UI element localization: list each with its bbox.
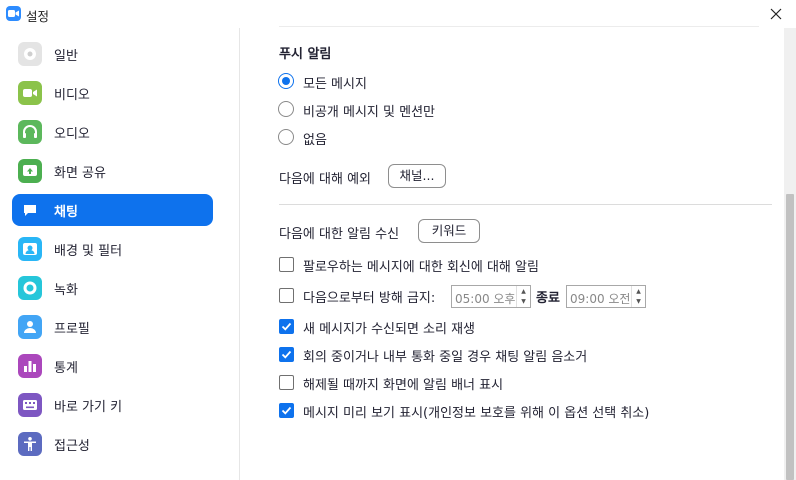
keywords-button[interactable]: 키워드 [418,219,480,243]
sidebar-item-shortcuts[interactable]: 바로 가기 키 [12,389,213,421]
window-title: 설정 [26,9,50,24]
accessibility-icon [18,432,42,456]
record-icon [18,276,42,300]
close-button[interactable] [756,0,796,28]
sidebar-item-label: 채팅 [54,205,78,220]
zoom-app-icon [6,6,21,21]
time-spinner[interactable]: ▲ ▼ [516,286,530,307]
checkbox-label: 회의 중이거나 내부 통화 중일 경우 채팅 알림 음소거 [303,350,588,365]
checkbox-follow-replies[interactable] [279,257,294,272]
dnd-end-label: 종료 [536,291,560,306]
exception-label: 다음에 대해 예외 [279,172,371,187]
dnd-start-time[interactable]: 05:00 오후 ▲ ▼ [451,285,531,308]
background-icon [18,237,42,261]
checkbox-label: 다음으로부터 방해 금지: [303,291,436,306]
sidebar-item-label: 바로 가기 키 [54,400,123,415]
radio-label: 비공개 메시지 및 멘션만 [303,105,435,120]
checkbox-label: 팔로우하는 메시지에 대한 회신에 대해 알림 [303,260,539,275]
spin-up-icon[interactable]: ▲ [632,286,645,296]
spin-up-icon[interactable]: ▲ [517,286,530,296]
dnd-end-time[interactable]: 09:00 오전 ▲ ▼ [566,285,646,308]
keyboard-icon [18,393,42,417]
title-bar: 설정 [0,0,796,28]
sidebar-item-label: 비디오 [54,88,90,103]
vertical-scrollbar[interactable] [784,28,796,480]
channels-button[interactable]: 채널... [388,164,446,188]
scrollbar-thumb[interactable] [786,194,794,480]
headphones-icon [18,120,42,144]
sidebar-item-share-screen[interactable]: 화면 공유 [12,155,213,187]
spin-down-icon[interactable]: ▼ [517,296,530,306]
checkbox-message-preview[interactable] [279,403,294,418]
keyword-notify-label: 다음에 대한 알림 수신 [279,227,400,242]
sidebar-item-label: 녹화 [54,283,78,298]
checkbox-do-not-disturb[interactable] [279,288,294,303]
sidebar-item-profile[interactable]: 프로필 [12,311,213,343]
chat-icon [18,198,42,222]
checkbox-label: 메시지 미리 보기 표시(개인정보 보호를 위해 이 옵션 선택 취소) [303,406,650,421]
spin-down-icon[interactable]: ▼ [632,296,645,306]
share-screen-icon [18,159,42,183]
time-value: 09:00 오전 [570,292,631,306]
sidebar-item-label: 프로필 [54,322,90,337]
statistics-icon [18,354,42,378]
sidebar-item-background[interactable]: 배경 및 필터 [12,233,213,265]
sidebar-item-audio[interactable]: 오디오 [12,116,213,148]
divider [279,26,759,27]
sidebar-item-label: 배경 및 필터 [54,244,123,259]
sidebar-item-label: 화면 공유 [54,166,106,181]
radio-label: 모든 메시지 [303,77,367,92]
sidebar-item-label: 접근성 [54,439,90,454]
push-notification-title: 푸시 알림 [279,47,332,62]
sidebar-item-statistics[interactable]: 통계 [12,350,213,382]
time-value: 05:00 오후 [455,292,516,306]
settings-sidebar: 일반 비디오 오디오 화면 공유 채팅 배경 및 필터 녹화 프로필 통계 바로… [0,28,240,480]
checkbox-play-sound[interactable] [279,319,294,334]
sidebar-item-label: 통계 [54,361,78,376]
chat-settings-panel: 푸시 알림 모든 메시지 비공개 메시지 및 멘션만 없음 다음에 대해 예외 … [241,26,784,480]
divider [279,204,772,205]
radio-label: 없음 [303,133,327,148]
sidebar-item-label: 일반 [54,49,78,64]
checkbox-mute-in-meeting[interactable] [279,347,294,362]
sidebar-item-video[interactable]: 비디오 [12,77,213,109]
sidebar-item-general[interactable]: 일반 [12,38,213,70]
time-spinner[interactable]: ▲ ▼ [631,286,645,307]
checkbox-show-banner[interactable] [279,375,294,390]
checkbox-label: 해제될 때까지 화면에 알림 배너 표시 [303,378,504,393]
profile-icon [18,315,42,339]
close-icon [770,8,782,20]
sidebar-item-chat[interactable]: 채팅 [12,194,213,226]
sidebar-item-label: 오디오 [54,127,90,142]
radio-none[interactable] [278,129,294,145]
checkbox-label: 새 메시지가 수신되면 소리 재생 [303,322,476,337]
sidebar-item-accessibility[interactable]: 접근성 [12,428,213,460]
sidebar-item-record[interactable]: 녹화 [12,272,213,304]
radio-private-and-mentions[interactable] [278,101,294,117]
gear-icon [18,42,42,66]
video-icon [18,81,42,105]
radio-all-messages[interactable] [278,73,294,89]
